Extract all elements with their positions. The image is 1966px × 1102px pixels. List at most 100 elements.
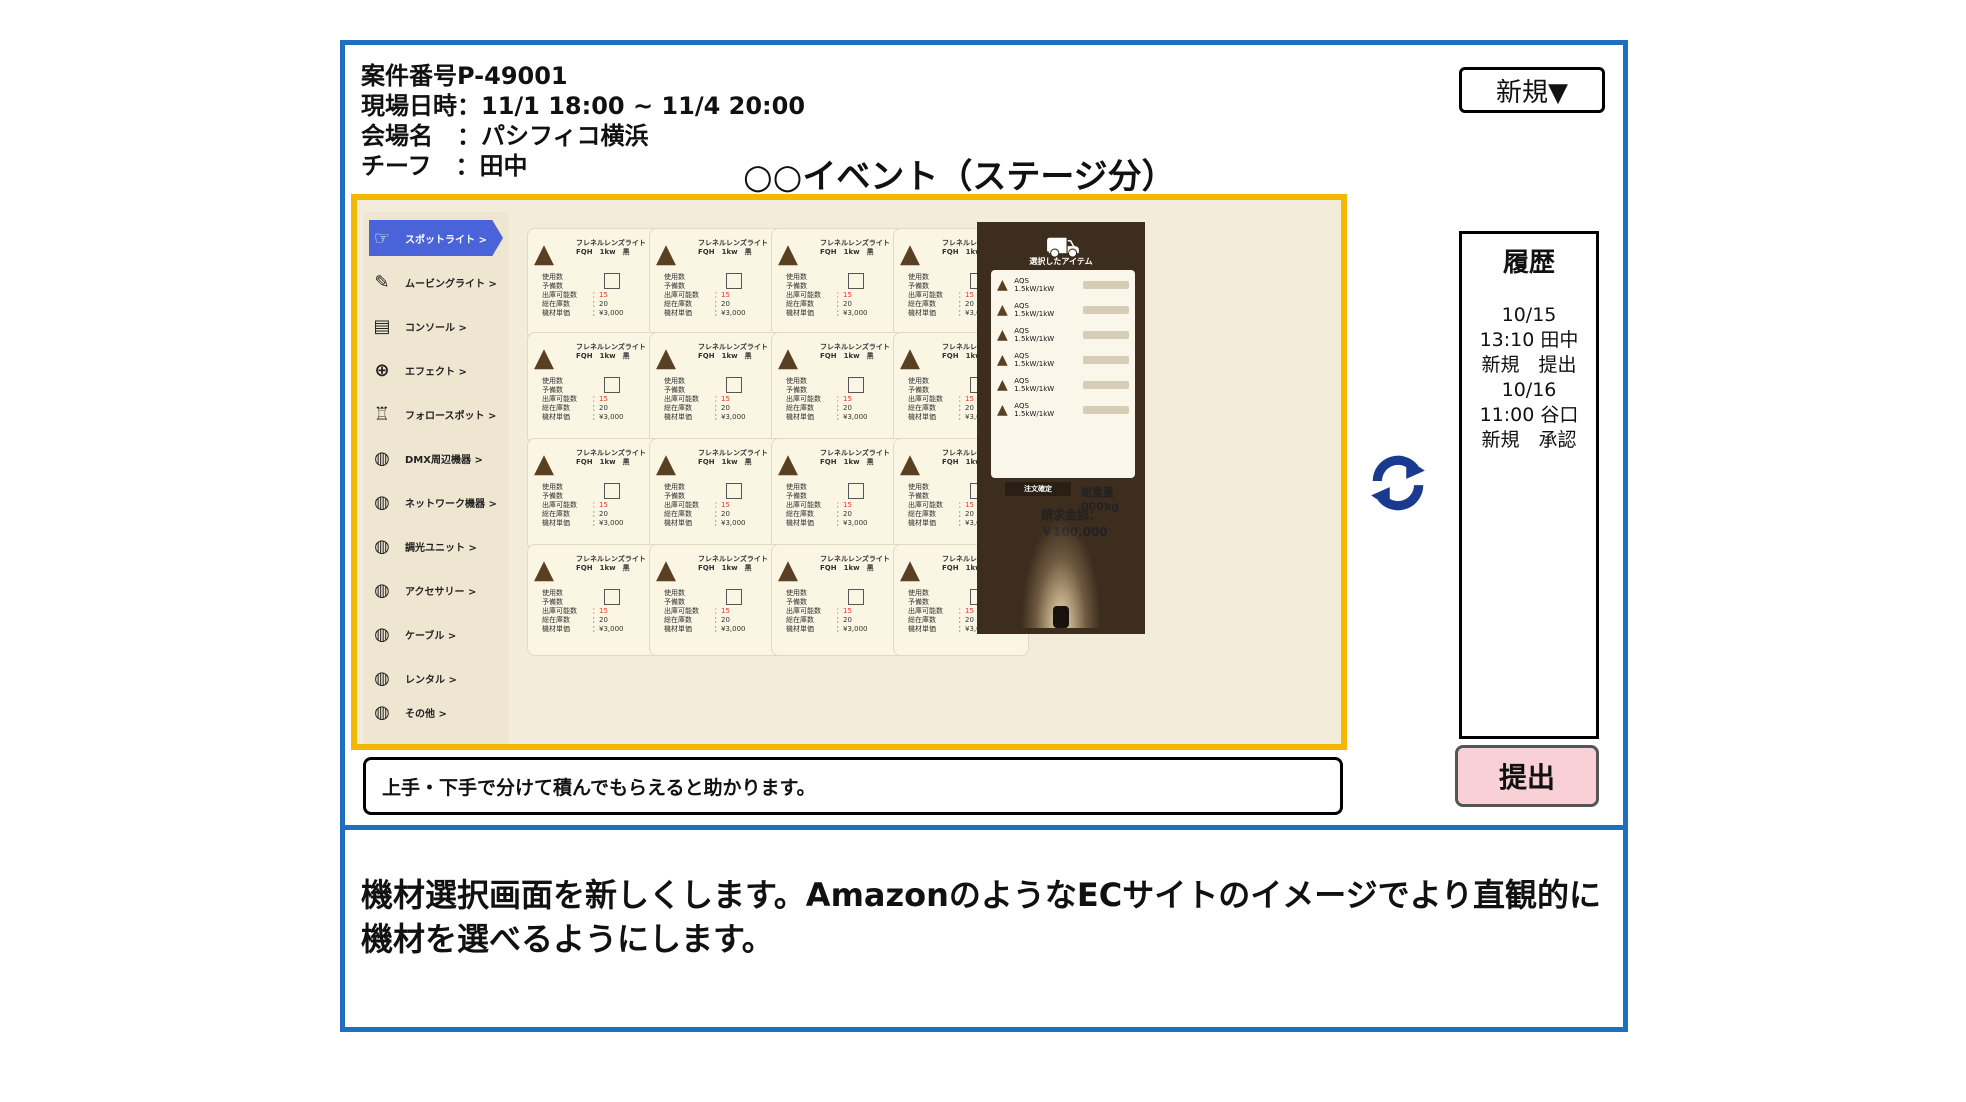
spec-label: 総在庫数 bbox=[542, 404, 570, 412]
product-name: フレネルレンズライトFQH 1kw 黒 bbox=[698, 449, 768, 467]
sidebar-item-spotlight[interactable]: ☞ スポットライト > bbox=[369, 220, 503, 256]
product-card[interactable]: ▲フレネルレンズライトFQH 1kw 黒使用数予備数出庫可能数総在庫数機材単価 … bbox=[527, 332, 663, 444]
spec-value: ：20 bbox=[714, 616, 730, 624]
product-card[interactable]: ▲フレネルレンズライトFQH 1kw 黒使用数予備数出庫可能数総在庫数機材単価 … bbox=[649, 438, 785, 550]
quantity-stepper[interactable] bbox=[726, 273, 742, 289]
order-confirm-button[interactable]: 注文確定 bbox=[1005, 482, 1071, 496]
spotlight-fixture-icon bbox=[1053, 606, 1069, 628]
cart-item-select[interactable] bbox=[1082, 381, 1129, 389]
quantity-stepper[interactable] bbox=[848, 589, 864, 605]
spec-labels: 使用数 予備数 出庫可能数 総在庫数 機材単価 bbox=[542, 483, 577, 528]
spec-label: 出庫可能数 bbox=[542, 291, 577, 299]
product-card[interactable]: ▲フレネルレンズライトFQH 1kw 黒使用数予備数出庫可能数総在庫数機材単価 … bbox=[527, 228, 663, 340]
sidebar-item-rental[interactable]: ◍ レンタル > bbox=[369, 660, 503, 696]
sidebar-item-dmx[interactable]: ◍ DMX周辺機器 > bbox=[369, 440, 503, 476]
product-card[interactable]: ▲フレネルレンズライトFQH 1kw 黒使用数予備数出庫可能数総在庫数機材単価 … bbox=[771, 332, 907, 444]
spec-label: 機材単価 bbox=[786, 519, 814, 527]
sidebar-item-effect[interactable]: ⊕ エフェクト > bbox=[369, 352, 503, 388]
rental-icon: ◍ bbox=[374, 667, 390, 689]
cart-item-select[interactable] bbox=[1082, 281, 1129, 289]
spec-label: 出庫可能数 bbox=[664, 291, 699, 299]
spec-value: ：20 bbox=[836, 404, 852, 412]
sidebar-item-moving-light[interactable]: ✎ ムービングライト > bbox=[369, 264, 503, 300]
spec-label: 機材単価 bbox=[664, 625, 692, 633]
spec-label: 機材単価 bbox=[542, 519, 570, 527]
product-name-line2: FQH 1kw 黒 bbox=[698, 564, 752, 572]
quantity-stepper[interactable] bbox=[726, 377, 742, 393]
fresnel-light-icon: ▲ bbox=[534, 343, 554, 373]
spec-label: 使用数 bbox=[542, 589, 563, 597]
product-card[interactable]: ▲フレネルレンズライトFQH 1kw 黒使用数予備数出庫可能数総在庫数機材単価 … bbox=[771, 228, 907, 340]
cart-item-label: AQS 1.5kW/1kW bbox=[1014, 352, 1055, 368]
product-name-line1: フレネルレンズライト bbox=[576, 239, 646, 247]
submit-button[interactable]: 提出 bbox=[1455, 745, 1599, 807]
sidebar-item-other[interactable]: ◍ その他 > bbox=[369, 694, 503, 730]
cart-item[interactable]: ▲ AQS 1.5kW/1kW bbox=[997, 276, 1129, 294]
product-name-line1: フレネルレンズライト bbox=[576, 343, 646, 351]
cart-item[interactable]: ▲ AQS 1.5kW/1kW bbox=[997, 401, 1129, 419]
spec-label: 出庫可能数 bbox=[664, 501, 699, 509]
product-name: フレネルレンズライトFQH 1kw 黒 bbox=[576, 555, 646, 573]
product-name: フレネルレンズライトFQH 1kw 黒 bbox=[698, 343, 768, 361]
quantity-stepper[interactable] bbox=[726, 483, 742, 499]
spec-label: 総在庫数 bbox=[786, 510, 814, 518]
spec-value: ：20 bbox=[592, 300, 608, 308]
product-card[interactable]: ▲フレネルレンズライトFQH 1kw 黒使用数予備数出庫可能数総在庫数機材単価 … bbox=[527, 438, 663, 550]
sidebar-item-accessory[interactable]: ◍ アクセサリー > bbox=[369, 572, 503, 608]
sidebar-item-network[interactable]: ◍ ネットワーク機器 > bbox=[369, 484, 503, 520]
spec-value: ：15 bbox=[836, 395, 852, 403]
product-card[interactable]: ▲フレネルレンズライトFQH 1kw 黒使用数予備数出庫可能数総在庫数機材単価 … bbox=[649, 332, 785, 444]
spec-value: ：20 bbox=[836, 616, 852, 624]
sidebar-item-cable[interactable]: ◍ ケーブル > bbox=[369, 616, 503, 652]
spec-value: ：20 bbox=[592, 616, 608, 624]
sidebar-item-console[interactable]: ▤ コンソール > bbox=[369, 308, 503, 344]
spec-label: 総在庫数 bbox=[786, 300, 814, 308]
cart-item[interactable]: ▲ AQS 1.5kW/1kW bbox=[997, 376, 1129, 394]
spec-label: 出庫可能数 bbox=[664, 395, 699, 403]
cart-item[interactable]: ▲ AQS 1.5kW/1kW bbox=[997, 351, 1129, 369]
spec-value: ：¥3,000 bbox=[836, 519, 868, 527]
spec-value: ：15 bbox=[714, 501, 730, 509]
quantity-stepper[interactable] bbox=[604, 273, 620, 289]
cart-item-select[interactable] bbox=[1082, 331, 1129, 339]
refresh-icon[interactable] bbox=[1365, 450, 1431, 516]
cart-item[interactable]: ▲ AQS 1.5kW/1kW bbox=[997, 301, 1129, 319]
spec-value: ：¥3,000 bbox=[592, 519, 624, 527]
spec-label: 予備数 bbox=[908, 492, 929, 500]
quantity-stepper[interactable] bbox=[848, 377, 864, 393]
cart-item-select[interactable] bbox=[1082, 406, 1129, 414]
spec-labels: 使用数 予備数 出庫可能数 総在庫数 機材単価 bbox=[786, 273, 821, 318]
product-name-line1: フレネルレンズライト bbox=[576, 449, 646, 457]
product-card[interactable]: ▲フレネルレンズライトFQH 1kw 黒使用数予備数出庫可能数総在庫数機材単価 … bbox=[771, 544, 907, 656]
history-line: 新規 提出 bbox=[1481, 354, 1577, 376]
product-name-line1: フレネルレンズライト bbox=[698, 555, 768, 563]
cart-item[interactable]: ▲ AQS 1.5kW/1kW bbox=[997, 326, 1129, 344]
spec-label: 出庫可能数 bbox=[786, 395, 821, 403]
new-dropdown-button[interactable]: 新規▼ bbox=[1459, 67, 1605, 113]
product-name-line2: FQH 1kw 黒 bbox=[576, 458, 630, 466]
spec-labels: 使用数 予備数 出庫可能数 総在庫数 機材単価 bbox=[542, 377, 577, 422]
cart-item-label: AQS 1.5kW/1kW bbox=[1014, 327, 1055, 343]
sidebar-item-label: エフェクト > bbox=[405, 366, 467, 378]
quantity-stepper[interactable] bbox=[604, 483, 620, 499]
product-card[interactable]: ▲フレネルレンズライトFQH 1kw 黒使用数予備数出庫可能数総在庫数機材単価 … bbox=[649, 228, 785, 340]
product-card[interactable]: ▲フレネルレンズライトFQH 1kw 黒使用数予備数出庫可能数総在庫数機材単価 … bbox=[527, 544, 663, 656]
quantity-stepper[interactable] bbox=[726, 589, 742, 605]
product-card[interactable]: ▲フレネルレンズライトFQH 1kw 黒使用数予備数出庫可能数総在庫数機材単価 … bbox=[771, 438, 907, 550]
sidebar-item-follow-spot[interactable]: ♖ フォロースポット > bbox=[369, 396, 503, 432]
sidebar-item-dimmer[interactable]: ◍ 調光ユニット > bbox=[369, 528, 503, 564]
product-name-line2: FQH 1kw 黒 bbox=[698, 248, 752, 256]
quantity-stepper[interactable] bbox=[604, 377, 620, 393]
quantity-stepper[interactable] bbox=[848, 273, 864, 289]
cart-item-select[interactable] bbox=[1082, 306, 1129, 314]
spec-label: 予備数 bbox=[786, 598, 807, 606]
memo-box[interactable]: 上手・下手で分けて積んでもらえると助かります。 bbox=[363, 757, 1343, 815]
spec-label: 使用数 bbox=[908, 377, 929, 385]
quantity-stepper[interactable] bbox=[848, 483, 864, 499]
fresnel-light-icon: ▲ bbox=[778, 239, 798, 269]
spec-label: 予備数 bbox=[664, 598, 685, 606]
cart-item-select[interactable] bbox=[1082, 356, 1129, 364]
quantity-stepper[interactable] bbox=[604, 589, 620, 605]
product-card[interactable]: ▲フレネルレンズライトFQH 1kw 黒使用数予備数出庫可能数総在庫数機材単価 … bbox=[649, 544, 785, 656]
spec-label: 機材単価 bbox=[542, 413, 570, 421]
